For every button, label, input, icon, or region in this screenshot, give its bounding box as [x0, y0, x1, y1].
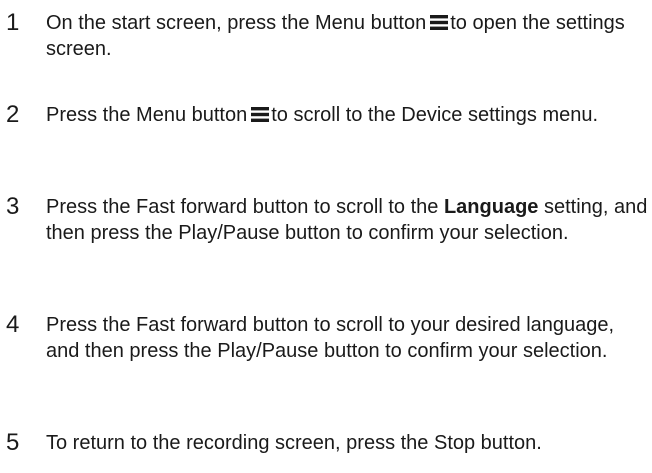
step-number: 5	[6, 429, 20, 456]
step-number: 3	[6, 193, 20, 220]
step-text: Press the Fast forward button to scroll …	[46, 314, 615, 362]
step-text: To return to the recording screen, press…	[46, 432, 542, 454]
step-number: 1	[6, 9, 20, 36]
step-text-part: to scroll to the Device settings menu.	[271, 104, 599, 126]
setting-name-language: Language	[443, 196, 539, 218]
step-text: Press the Menu button to scroll to the De…	[46, 102, 652, 128]
menu-icon	[430, 15, 449, 30]
step-number: 2	[6, 101, 20, 128]
instruction-steps: 1 On the start screen, press the Menu bu…	[0, 0, 652, 473]
step-text-part: Press the Menu button	[46, 104, 248, 126]
step-text: Press the Fast forward button to scroll …	[46, 194, 652, 246]
step-text-part: On the start screen, press the Menu butt…	[46, 12, 427, 34]
step-text: On the start screen, press the Menu butt…	[46, 10, 652, 62]
menu-icon	[251, 107, 270, 122]
step-text-part: Press the Fast forward button to scroll …	[46, 196, 439, 218]
step-number: 4	[6, 311, 20, 338]
